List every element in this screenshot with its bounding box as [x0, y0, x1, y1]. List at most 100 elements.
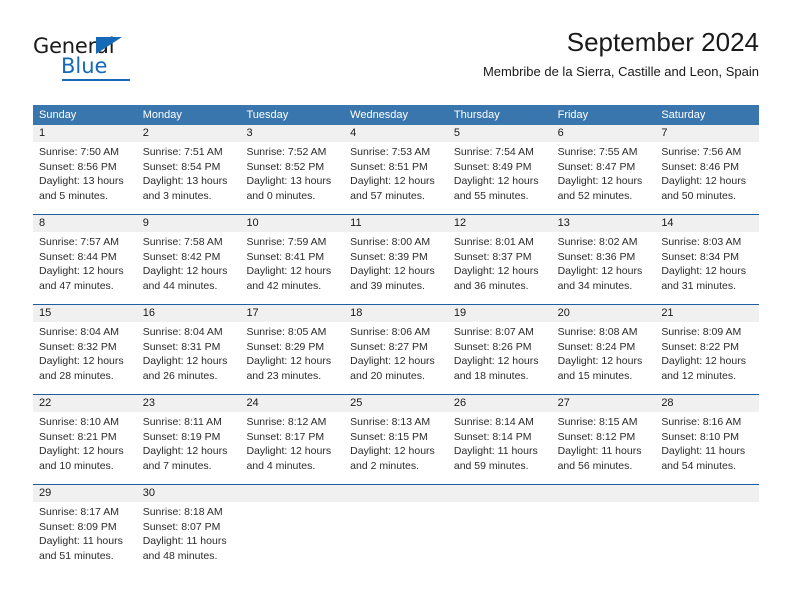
day-cell[interactable]: Sunrise: 7:55 AM Sunset: 8:47 PM Daylight:…	[552, 142, 656, 214]
day-cell[interactable]: Sunrise: 7:58 AM Sunset: 8:42 PM Daylight:…	[137, 232, 241, 304]
day-number	[552, 485, 656, 502]
day-number[interactable]: 15	[33, 305, 137, 322]
day-cell[interactable]: Sunrise: 8:00 AM Sunset: 8:39 PM Daylight:…	[344, 232, 448, 304]
day-number[interactable]: 22	[33, 395, 137, 412]
day-number[interactable]: 4	[344, 125, 448, 142]
day-cell[interactable]: Sunrise: 7:56 AM Sunset: 8:46 PM Daylight:…	[655, 142, 759, 214]
day-number[interactable]: 10	[240, 215, 344, 232]
day-daylight-text: and 3 minutes.	[142, 189, 212, 202]
day-number[interactable]: 26	[448, 395, 552, 412]
calendar-page: General Blue September 2024 Membribe de …	[0, 0, 792, 612]
day-number[interactable]: 7	[655, 125, 759, 142]
day-cell[interactable]: Sunrise: 8:04 AM Sunset: 8:31 PM Daylight:…	[137, 322, 241, 394]
day-number[interactable]: 3	[240, 125, 344, 142]
day-sunrise-text: Sunrise: 8:09 AM	[661, 326, 742, 338]
day-number[interactable]: 21	[655, 305, 759, 322]
day-number[interactable]: 12	[448, 215, 552, 232]
weekday-header-row: Sunday Monday Tuesday Wednesday Thursday Frid…	[33, 105, 759, 125]
day-cell[interactable]: Sunrise: 8:15 AM Sunset: 8:12 PM Daylight:…	[552, 412, 656, 484]
day-cell[interactable]: Sunrise: 8:16 AM Sunset: 8:10 PM Daylight:…	[655, 412, 759, 484]
day-number[interactable]: 27	[552, 395, 656, 412]
day-cell[interactable]: Sunrise: 7:52 AM Sunset: 8:52 PM Daylight:…	[240, 142, 344, 214]
day-sunset-text: Sunset: 8:46 PM	[661, 160, 739, 173]
day-cell[interactable]: Sunrise: 8:04 AM Sunset: 8:32 PM Daylight:…	[33, 322, 137, 394]
triangle-icon	[96, 37, 122, 54]
day-number[interactable]: 23	[137, 395, 241, 412]
day-number[interactable]: 29	[33, 485, 137, 502]
day-cell[interactable]: Sunrise: 7:53 AM Sunset: 8:51 PM Daylight:…	[344, 142, 448, 214]
day-daylight-text: and 2 minutes.	[350, 459, 420, 472]
day-number[interactable]: 6	[552, 125, 656, 142]
day-cell[interactable]: Sunrise: 8:09 AM Sunset: 8:22 PM Daylight:…	[655, 322, 759, 394]
day-number[interactable]: 20	[552, 305, 656, 322]
day-number[interactable]: 8	[33, 215, 137, 232]
day-daylight-text: and 28 minutes.	[39, 369, 114, 382]
day-number[interactable]: 24	[240, 395, 344, 412]
day-cell[interactable]: Sunrise: 8:11 AM Sunset: 8:19 PM Daylight:…	[137, 412, 241, 484]
day-daylight-text: Daylight: 13 hours	[246, 175, 332, 187]
day-detail-band: Sunrise: 7:50 AM Sunset: 8:56 PM Daylight:…	[33, 142, 759, 214]
calendar-table: Sunday Monday Tuesday Wednesday Thursday Frid…	[33, 105, 759, 574]
day-cell	[448, 502, 552, 574]
weekday-header-tuesday: Tuesday	[246, 109, 289, 121]
day-cell[interactable]: Sunrise: 7:57 AM Sunset: 8:44 PM Daylight:…	[33, 232, 137, 304]
day-number[interactable]: 16	[137, 305, 241, 322]
day-number[interactable]: 28	[655, 395, 759, 412]
weekday-header-wednesday: Wednesday	[350, 109, 409, 121]
day-cell[interactable]: Sunrise: 7:59 AM Sunset: 8:41 PM Daylight:…	[240, 232, 344, 304]
day-cell[interactable]: Sunrise: 7:51 AM Sunset: 8:54 PM Daylight:…	[137, 142, 241, 214]
day-cell[interactable]: Sunrise: 8:08 AM Sunset: 8:24 PM Daylight:…	[552, 322, 656, 394]
day-daylight-text: and 12 minutes.	[661, 369, 737, 382]
day-cell[interactable]: Sunrise: 8:01 AM Sunset: 8:37 PM Daylight:…	[448, 232, 552, 304]
day-sunset-text: Sunset: 8:51 PM	[350, 160, 428, 173]
day-daylight-text: and 5 minutes.	[39, 189, 108, 202]
day-cell[interactable]: Sunrise: 8:07 AM Sunset: 8:26 PM Daylight:…	[448, 322, 552, 394]
day-cell[interactable]: Sunrise: 8:17 AM Sunset: 8:09 PM Daylight:…	[33, 502, 137, 574]
day-cell[interactable]: Sunrise: 8:05 AM Sunset: 8:29 PM Daylight:…	[240, 322, 344, 394]
day-number[interactable]: 2	[137, 125, 241, 142]
day-number[interactable]: 14	[655, 215, 759, 232]
generalblue-logo[interactable]: General Blue	[33, 34, 173, 82]
day-cell[interactable]: Sunrise: 7:50 AM Sunset: 8:56 PM Daylight:…	[33, 142, 137, 214]
day-sunset-text: Sunset: 8:07 PM	[142, 520, 221, 533]
day-daylight-text: and 26 minutes.	[142, 369, 218, 382]
day-number[interactable]: 5	[448, 125, 552, 142]
day-number[interactable]: 19	[448, 305, 552, 322]
day-cell[interactable]: Sunrise: 8:18 AM Sunset: 8:07 PM Daylight:…	[137, 502, 241, 574]
day-number[interactable]: 9	[137, 215, 241, 232]
day-sunrise-text: Sunrise: 7:59 AM	[246, 236, 327, 248]
day-cell[interactable]: Sunrise: 8:12 AM Sunset: 8:17 PM Daylight:…	[240, 412, 344, 484]
day-number[interactable]: 18	[344, 305, 448, 322]
day-cell[interactable]: Sunrise: 8:10 AM Sunset: 8:21 PM Daylight:…	[33, 412, 137, 484]
day-daylight-text: Daylight: 12 hours	[246, 355, 332, 367]
day-number	[344, 485, 448, 502]
day-daylight-text: Daylight: 12 hours	[661, 265, 746, 277]
day-cell[interactable]: Sunrise: 8:03 AM Sunset: 8:34 PM Daylight:…	[655, 232, 759, 304]
day-sunset-text: Sunset: 8:10 PM	[661, 430, 739, 443]
day-cell	[240, 502, 344, 574]
day-number	[240, 485, 344, 502]
day-number[interactable]: 13	[552, 215, 656, 232]
day-number[interactable]: 17	[240, 305, 344, 322]
day-daylight-text: and 18 minutes.	[453, 369, 529, 382]
day-daylight-text: Daylight: 12 hours	[661, 355, 746, 367]
day-cell[interactable]: Sunrise: 8:02 AM Sunset: 8:36 PM Daylight:…	[552, 232, 656, 304]
day-number	[448, 485, 552, 502]
day-daylight-text: Daylight: 12 hours	[142, 355, 228, 367]
day-cell[interactable]: Sunrise: 8:13 AM Sunset: 8:15 PM Daylight:…	[344, 412, 448, 484]
day-sunrise-text: Sunrise: 8:04 AM	[39, 326, 119, 338]
day-number[interactable]: 30	[137, 485, 241, 502]
day-cell[interactable]: Sunrise: 8:06 AM Sunset: 8:27 PM Daylight:…	[344, 322, 448, 394]
day-sunset-text: Sunset: 8:54 PM	[142, 160, 221, 173]
day-number[interactable]: 1	[33, 125, 137, 142]
day-cell	[552, 502, 656, 574]
day-detail-band: Sunrise: 7:57 AM Sunset: 8:44 PM Daylight:…	[33, 232, 759, 304]
day-number[interactable]: 11	[344, 215, 448, 232]
day-sunset-text: Sunset: 8:47 PM	[557, 160, 636, 173]
day-number[interactable]: 25	[344, 395, 448, 412]
day-cell[interactable]: Sunrise: 7:54 AM Sunset: 8:49 PM Daylight:…	[448, 142, 552, 214]
day-cell[interactable]: Sunrise: 8:14 AM Sunset: 8:14 PM Daylight:…	[448, 412, 552, 484]
day-sunset-text: Sunset: 8:34 PM	[661, 250, 739, 263]
day-daylight-text: Daylight: 12 hours	[350, 445, 435, 457]
day-sunset-text: Sunset: 8:26 PM	[453, 340, 532, 353]
